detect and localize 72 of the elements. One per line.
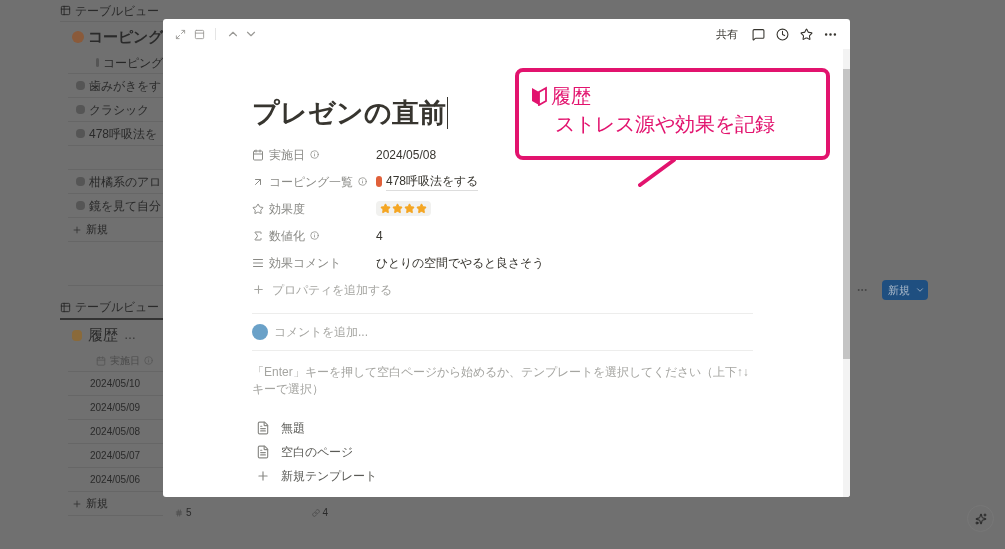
- template-option[interactable]: 無題: [281, 419, 305, 437]
- table-cell-text: 歯みがきをす: [89, 77, 161, 95]
- property-value: 4: [376, 227, 383, 245]
- avatar: [252, 324, 268, 340]
- table-cell-text: 2024/05/07: [90, 449, 141, 463]
- page-icon: [256, 445, 270, 459]
- database-title: コーピング: [88, 26, 163, 47]
- table-cell-text: 2024/05/10: [90, 377, 141, 391]
- star-icon: [392, 203, 403, 214]
- property-value[interactable]: 478呼吸法をする: [386, 172, 479, 191]
- star-icon: [416, 203, 427, 214]
- person-icon: [376, 176, 382, 187]
- plus-icon: [256, 469, 270, 483]
- template-option[interactable]: 新規テンプレート: [281, 467, 377, 485]
- beginner-mark-icon: [531, 86, 547, 106]
- comment-field[interactable]: コメントを追加...: [274, 323, 368, 341]
- star-icon[interactable]: [800, 27, 813, 41]
- page-title[interactable]: プレゼンの直前: [252, 99, 446, 127]
- view-tab[interactable]: テーブルビュー: [75, 298, 159, 316]
- property-value: 2024/05/08: [376, 146, 437, 164]
- view-tab[interactable]: テーブルビュー: [75, 1, 159, 20]
- table-cell-text: 2024/05/06: [90, 473, 141, 487]
- more-button[interactable]: …: [124, 326, 136, 344]
- calendar-icon: [96, 355, 106, 366]
- count-icon: [175, 508, 183, 517]
- sparkle-icon: [974, 512, 987, 525]
- database-title: 履歴: [88, 324, 118, 345]
- table-cell-text: 2024/05/08: [90, 425, 141, 439]
- clock-icon[interactable]: [776, 27, 789, 41]
- stars-property-icon: [252, 202, 264, 215]
- page-icon: [256, 421, 270, 435]
- date-property-icon: [252, 148, 264, 161]
- callout-title: 履歴: [551, 86, 591, 106]
- property-label: コーピング一覧: [269, 173, 353, 191]
- column-summary: 4: [322, 506, 329, 520]
- property-label: 数値化: [269, 227, 305, 245]
- property-label: 実施日: [269, 146, 305, 164]
- plus-icon: [72, 224, 82, 235]
- new-row-button[interactable]: 新規: [86, 495, 108, 512]
- property-value: ひとりの空間でやると良さそう: [376, 254, 544, 272]
- add-property-button[interactable]: プロパティを追加する: [272, 280, 392, 299]
- plus-icon: [252, 283, 265, 296]
- table-cell-text: 478呼吸法を: [89, 125, 158, 143]
- info-icon: [310, 231, 319, 240]
- panel-icon[interactable]: [194, 28, 205, 40]
- column-header: コーピング: [103, 54, 163, 72]
- share-button[interactable]: 共有: [716, 25, 738, 43]
- table-cell-text: 鏡を見て自分: [89, 197, 161, 215]
- expand-icon[interactable]: [175, 28, 186, 40]
- info-icon: [310, 150, 319, 159]
- table-cell-text: クラシック: [89, 101, 149, 119]
- property-label: 効果度: [269, 200, 305, 218]
- template-hint: 「Enter」キーを押して空白ページから始めるか、テンプレートを選択してください（上下↑↓キーで選択）: [252, 364, 750, 398]
- table-icon: [60, 301, 71, 313]
- info-icon: [358, 177, 367, 186]
- new-button[interactable]: 新規: [882, 280, 928, 300]
- formula-property-icon: [252, 229, 264, 242]
- plus-icon: [72, 498, 82, 509]
- template-option[interactable]: 空白のページ: [281, 443, 353, 461]
- scrollbar-thumb[interactable]: [843, 69, 850, 359]
- star-icon: [404, 203, 415, 214]
- table-cell-text: 2024/05/09: [90, 401, 141, 415]
- property-label: 効果コメント: [269, 254, 341, 272]
- chevron-down-icon[interactable]: [915, 285, 925, 295]
- comment-icon[interactable]: [752, 27, 765, 41]
- table-icon: [60, 5, 71, 16]
- text-property-icon: [252, 256, 264, 269]
- callout-text: ストレス源や効果を記録: [555, 114, 776, 134]
- column-summary: 5: [186, 506, 192, 520]
- star-icon: [380, 203, 391, 214]
- count-icon: [311, 508, 320, 517]
- new-row-button[interactable]: 新規: [86, 221, 108, 238]
